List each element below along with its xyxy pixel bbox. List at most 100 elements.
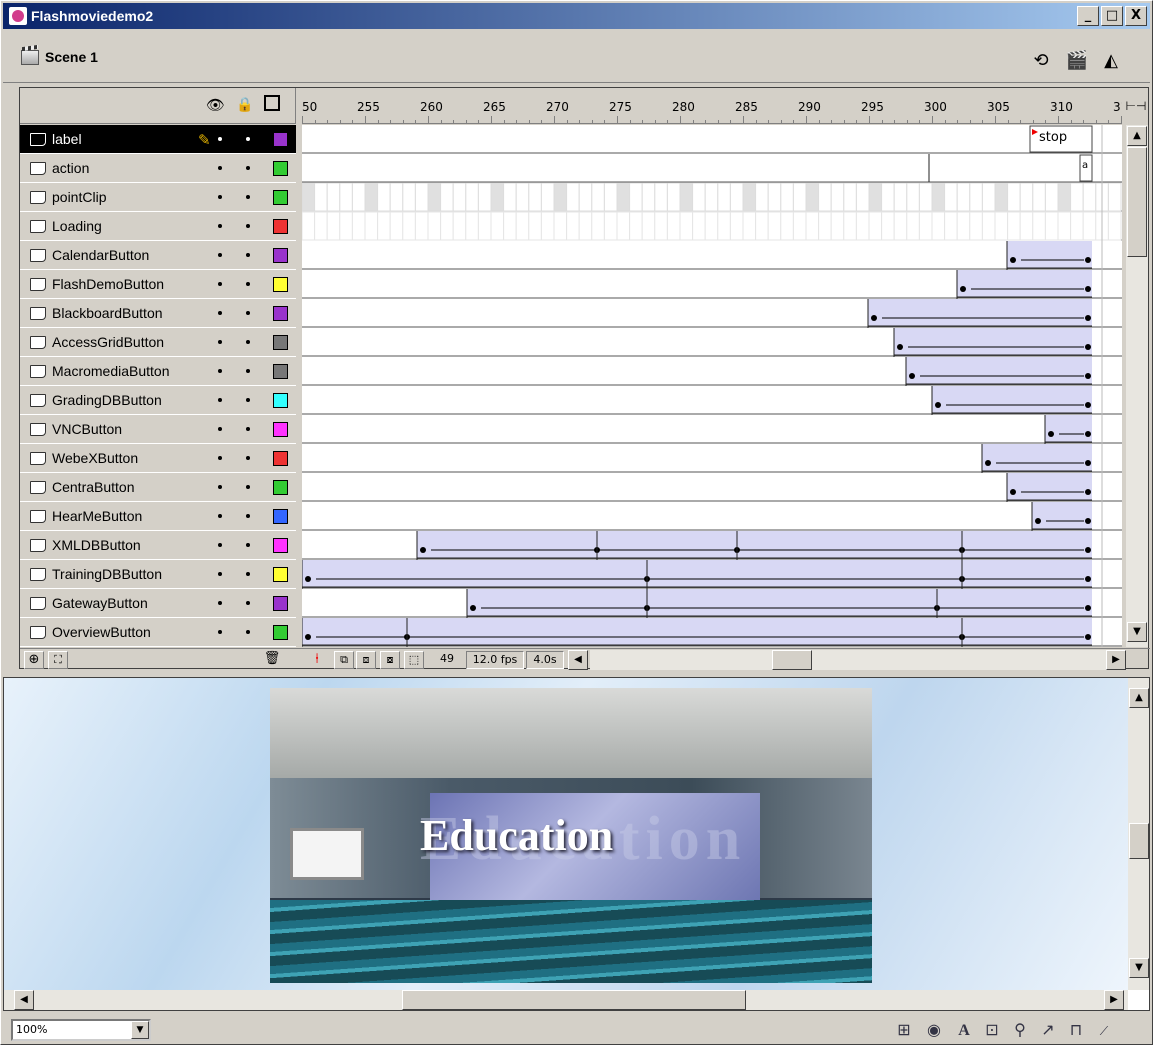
- layer-row[interactable]: FlashDemoButton: [20, 270, 296, 299]
- lock-toggle[interactable]: [246, 601, 250, 605]
- stage-scroll-right-icon[interactable]: ▶: [1104, 990, 1124, 1010]
- lock-toggle[interactable]: [246, 282, 250, 286]
- resize-grip-icon[interactable]: ⟋: [1093, 1021, 1115, 1041]
- outline-color-swatch[interactable]: [273, 306, 288, 321]
- scroll-left-icon[interactable]: ◀: [568, 650, 588, 670]
- layer-row[interactable]: CalendarButton: [20, 241, 296, 270]
- outline-color-swatch[interactable]: [273, 335, 288, 350]
- add-guide-layer-icon[interactable]: ⛶: [48, 651, 68, 669]
- stage-v-thumb[interactable]: [1129, 823, 1149, 859]
- lock-toggle[interactable]: [246, 340, 250, 344]
- layer-row[interactable]: HearMeButton: [20, 502, 296, 531]
- edit-objects-icon[interactable]: ◭: [1097, 47, 1125, 73]
- visibility-toggle[interactable]: [218, 572, 222, 576]
- frame-ruler[interactable]: 50 255 260 265 270 275 280 285 290 295 300 305 310 31…: [302, 88, 1122, 124]
- outline-color-swatch[interactable]: [273, 219, 288, 234]
- scroll-down-icon[interactable]: ▼: [1127, 622, 1147, 642]
- outline-color-swatch[interactable]: [273, 451, 288, 466]
- lock-toggle[interactable]: [246, 166, 250, 170]
- visibility-toggle[interactable]: [218, 485, 222, 489]
- h-scroll-thumb[interactable]: [772, 650, 812, 670]
- layer-row[interactable]: Loading: [20, 212, 296, 241]
- visibility-toggle[interactable]: [218, 166, 222, 170]
- visibility-toggle[interactable]: [218, 340, 222, 344]
- actions-icon[interactable]: ↗: [1037, 1021, 1059, 1041]
- layer-row[interactable]: GatewayButton: [20, 589, 296, 618]
- timeline-horizontal-scrollbar[interactable]: [590, 650, 1120, 670]
- lock-toggle[interactable]: [246, 572, 250, 576]
- trash-icon[interactable]: 🗑: [262, 651, 282, 669]
- layer-row[interactable]: GradingDBButton: [20, 386, 296, 415]
- lock-toggle[interactable]: [246, 253, 250, 257]
- onion-outlines-icon[interactable]: ⧇: [380, 651, 400, 669]
- edit-multiple-frames-icon[interactable]: ⬚: [404, 651, 424, 669]
- layer-row[interactable]: XMLDBButton: [20, 531, 296, 560]
- movie-explorer-icon[interactable]: ⚲: [1009, 1021, 1031, 1041]
- minimize-button[interactable]: _: [1077, 6, 1099, 26]
- lock-toggle[interactable]: [246, 514, 250, 518]
- visibility-toggle[interactable]: [218, 137, 222, 141]
- layer-row[interactable]: MacromediaButton: [20, 357, 296, 386]
- stage-area[interactable]: Education Education ▲ ▼ ◀ ▶: [3, 677, 1150, 1011]
- lock-toggle[interactable]: [246, 398, 250, 402]
- visibility-toggle[interactable]: [218, 601, 222, 605]
- layer-row[interactable]: VNCButton: [20, 415, 296, 444]
- lock-toggle[interactable]: [246, 137, 250, 141]
- visibility-toggle[interactable]: [218, 543, 222, 547]
- outline-color-swatch[interactable]: [273, 132, 288, 147]
- edit-scene-icon[interactable]: 🎬: [1063, 47, 1091, 73]
- instance-icon[interactable]: ⊡: [981, 1021, 1003, 1041]
- outline-color-swatch[interactable]: [273, 161, 288, 176]
- library-icon[interactable]: ⊓: [1065, 1021, 1087, 1041]
- visibility-toggle[interactable]: [218, 398, 222, 402]
- visibility-toggle[interactable]: [218, 514, 222, 518]
- lock-toggle[interactable]: [246, 369, 250, 373]
- stage-h-thumb[interactable]: [402, 990, 746, 1010]
- mixer-icon[interactable]: ◉: [923, 1021, 945, 1041]
- stage-scroll-up-icon[interactable]: ▲: [1129, 688, 1149, 708]
- visibility-toggle[interactable]: [218, 282, 222, 286]
- visibility-toggle[interactable]: [218, 456, 222, 460]
- outline-color-swatch[interactable]: [273, 480, 288, 495]
- layer-row[interactable]: pointClip: [20, 183, 296, 212]
- stage-vertical-scrollbar[interactable]: ▲ ▼: [1128, 678, 1149, 990]
- lock-toggle[interactable]: [246, 543, 250, 547]
- center-frame-icon[interactable]: ⊢⊣: [1124, 92, 1148, 120]
- layer-row[interactable]: label ✎: [20, 125, 296, 154]
- show-hide-eye-icon[interactable]: 👁: [206, 96, 225, 114]
- visibility-toggle[interactable]: [218, 427, 222, 431]
- zoom-select[interactable]: 100% ▼: [11, 1019, 151, 1041]
- layer-row[interactable]: WebeXButton: [20, 444, 296, 473]
- scroll-thumb[interactable]: [1127, 147, 1147, 257]
- visibility-toggle[interactable]: [218, 369, 222, 373]
- outline-color-swatch[interactable]: [273, 393, 288, 408]
- outline-color-swatch[interactable]: [273, 538, 288, 553]
- outline-color-swatch[interactable]: [273, 509, 288, 524]
- visibility-toggle[interactable]: [218, 630, 222, 634]
- stage-scroll-left-icon[interactable]: ◀: [14, 990, 34, 1010]
- lock-toggle[interactable]: [246, 630, 250, 634]
- frame-grid[interactable]: stop a: [302, 125, 1122, 647]
- lock-icon[interactable]: 🔒: [236, 96, 253, 113]
- layer-row[interactable]: TrainingDBButton: [20, 560, 296, 589]
- maximize-button[interactable]: □: [1101, 6, 1123, 26]
- outline-color-swatch[interactable]: [273, 190, 288, 205]
- stage-horizontal-scrollbar[interactable]: ◀ ▶: [4, 990, 1128, 1010]
- outline-color-swatch[interactable]: [273, 596, 288, 611]
- layer-row[interactable]: BlackboardButton: [20, 299, 296, 328]
- timeline-vertical-scrollbar[interactable]: ▲ ▼: [1126, 125, 1148, 647]
- stage-scroll-down-icon[interactable]: ▼: [1129, 958, 1149, 978]
- close-button[interactable]: X: [1125, 6, 1147, 26]
- scroll-right-icon[interactable]: ▶: [1106, 650, 1126, 670]
- lock-toggle[interactable]: [246, 485, 250, 489]
- info-panel-icon[interactable]: ⊞: [893, 1021, 915, 1041]
- chevron-down-icon[interactable]: ▼: [131, 1021, 149, 1039]
- layer-row[interactable]: action: [20, 154, 296, 183]
- outline-icon[interactable]: [264, 95, 280, 111]
- layer-row[interactable]: CentraButton: [20, 473, 296, 502]
- lock-toggle[interactable]: [246, 224, 250, 228]
- visibility-toggle[interactable]: [218, 195, 222, 199]
- lock-toggle[interactable]: [246, 311, 250, 315]
- layer-row[interactable]: AccessGridButton: [20, 328, 296, 357]
- outline-color-swatch[interactable]: [273, 277, 288, 292]
